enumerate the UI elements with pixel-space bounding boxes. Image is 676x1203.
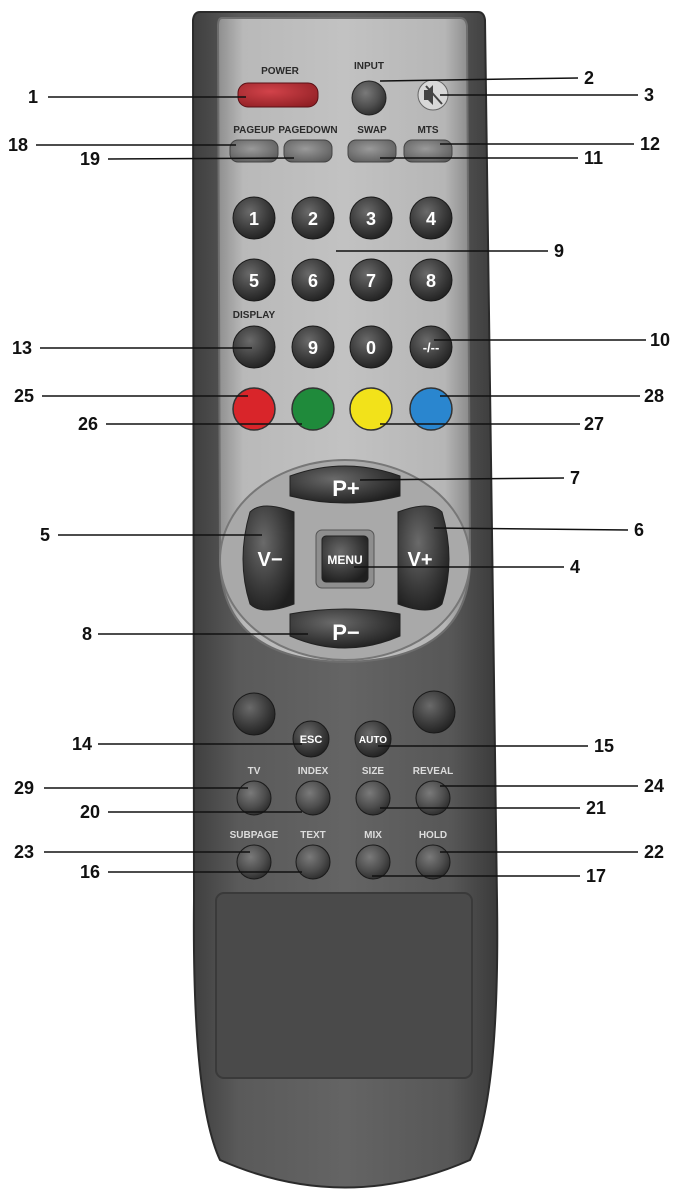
hold-button[interactable] bbox=[415, 844, 451, 880]
digit-label-6: 6 bbox=[308, 271, 318, 291]
input-label: INPUT bbox=[354, 61, 384, 72]
size-button[interactable] bbox=[355, 780, 391, 816]
callout-12: 12 bbox=[640, 134, 660, 154]
callout-6: 6 bbox=[634, 520, 644, 540]
extra-left-button[interactable] bbox=[232, 692, 276, 736]
callout-25: 25 bbox=[14, 386, 34, 406]
callout-14: 14 bbox=[72, 734, 92, 754]
tv-button[interactable] bbox=[236, 780, 272, 816]
callout-4: 4 bbox=[570, 557, 580, 577]
digit-label-9: 9 bbox=[308, 338, 318, 358]
callout-7: 7 bbox=[570, 468, 580, 488]
dash-label: -/-- bbox=[423, 340, 440, 355]
menu-label: MENU bbox=[327, 553, 362, 567]
power-button[interactable] bbox=[237, 82, 319, 108]
p-minus-label: P− bbox=[332, 620, 360, 645]
esc-label: ESC bbox=[300, 734, 323, 746]
digit-label-3: 3 bbox=[366, 209, 376, 229]
callout-24: 24 bbox=[644, 776, 664, 796]
subpage-label: SUBPAGE bbox=[230, 830, 279, 841]
subpage-button[interactable] bbox=[236, 844, 272, 880]
pagedown-label: PAGEDOWN bbox=[278, 125, 337, 136]
callout-19: 19 bbox=[80, 149, 100, 169]
callout-2: 2 bbox=[584, 68, 594, 88]
callout-10: 10 bbox=[650, 330, 670, 350]
digit-label-7: 7 bbox=[366, 271, 376, 291]
tv-label: TV bbox=[248, 766, 261, 777]
callout-18: 18 bbox=[8, 135, 28, 155]
mix-button[interactable] bbox=[355, 844, 391, 880]
digit-label-4: 4 bbox=[426, 209, 436, 229]
callout-5: 5 bbox=[40, 525, 50, 545]
extra-right-button[interactable] bbox=[412, 690, 456, 734]
digit-label-2: 2 bbox=[308, 209, 318, 229]
mts-label: MTS bbox=[417, 125, 438, 136]
swap-label: SWAP bbox=[357, 125, 387, 136]
digit-label-5: 5 bbox=[249, 271, 259, 291]
power-label: POWER bbox=[261, 66, 300, 77]
p-plus-label: P+ bbox=[332, 476, 360, 501]
callout-22: 22 bbox=[644, 842, 664, 862]
index-button[interactable] bbox=[295, 780, 331, 816]
display-button[interactable] bbox=[232, 325, 276, 369]
callout-15: 15 bbox=[594, 736, 614, 756]
callout-8: 8 bbox=[82, 624, 92, 644]
bottom-panel bbox=[215, 892, 473, 1079]
display-label: DISPLAY bbox=[233, 310, 276, 321]
digit-label-8: 8 bbox=[426, 271, 436, 291]
callout-17: 17 bbox=[586, 866, 606, 886]
size-label: SIZE bbox=[362, 766, 385, 777]
callout-11: 11 bbox=[584, 148, 603, 168]
input-button[interactable] bbox=[351, 80, 387, 116]
digit-label-1: 1 bbox=[249, 209, 259, 229]
callout-28: 28 bbox=[644, 386, 664, 406]
text-button[interactable] bbox=[295, 844, 331, 880]
mix-label: MIX bbox=[364, 830, 382, 841]
callout-13: 13 bbox=[12, 338, 32, 358]
callout-27: 27 bbox=[584, 414, 604, 434]
hold-label: HOLD bbox=[419, 830, 447, 841]
callout-21: 21 bbox=[586, 798, 606, 818]
remote-control-diagram: POWER INPUT PAGEUP PAGEDOWN SWAP MTS 1 2… bbox=[8, 11, 670, 1189]
callout-23: 23 bbox=[14, 842, 34, 862]
callout-16: 16 bbox=[80, 862, 100, 882]
v-minus-label: V− bbox=[257, 549, 282, 571]
reveal-label: REVEAL bbox=[413, 766, 454, 777]
callout-26: 26 bbox=[78, 414, 98, 434]
callout-1: 1 bbox=[28, 87, 38, 107]
digit-label-0: 0 bbox=[366, 338, 376, 358]
auto-label: AUTO bbox=[359, 735, 387, 746]
callout-20: 20 bbox=[80, 802, 100, 822]
text-label: TEXT bbox=[300, 830, 326, 841]
callout-29: 29 bbox=[14, 778, 34, 798]
pageup-label: PAGEUP bbox=[233, 125, 275, 136]
callout-3: 3 bbox=[644, 85, 654, 105]
index-label: INDEX bbox=[298, 766, 329, 777]
callout-9: 9 bbox=[554, 241, 564, 261]
